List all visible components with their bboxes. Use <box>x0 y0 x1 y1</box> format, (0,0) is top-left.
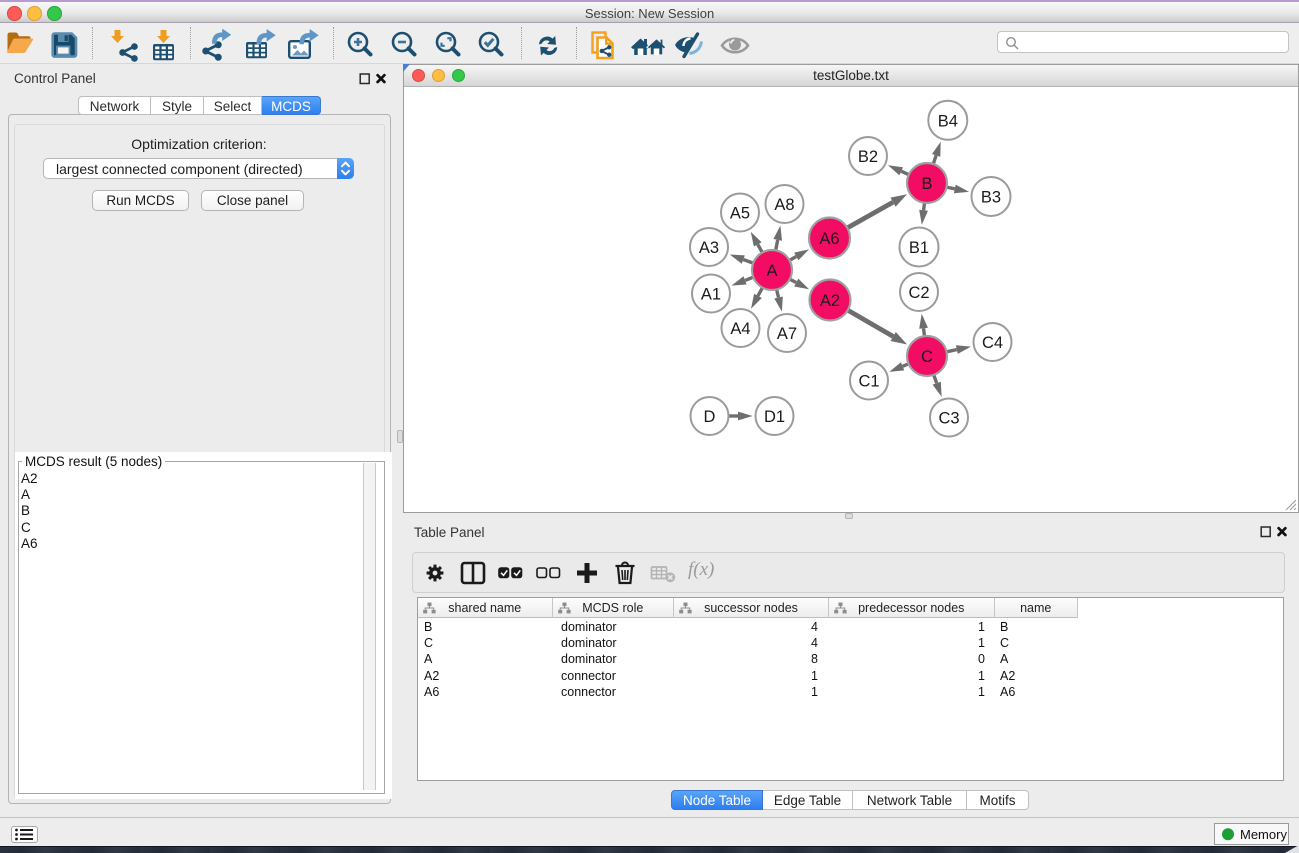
svg-text:B3: B3 <box>981 189 1001 207</box>
svg-text:D: D <box>704 408 716 426</box>
svg-text:A2: A2 <box>820 292 840 310</box>
svg-text:D1: D1 <box>764 408 785 426</box>
svg-text:C4: C4 <box>982 334 1003 352</box>
svg-text:Memory: Memory <box>1240 826 1287 841</box>
svg-text:A8: A8 <box>774 196 794 214</box>
svg-text:A4: A4 <box>730 320 750 338</box>
svg-text:A7: A7 <box>777 325 797 343</box>
svg-text:C: C <box>921 348 933 366</box>
svg-text:A1: A1 <box>701 286 721 304</box>
svg-text:B1: B1 <box>909 239 929 257</box>
svg-text:A5: A5 <box>730 205 750 223</box>
svg-text:B4: B4 <box>938 112 958 130</box>
svg-text:B: B <box>921 175 932 193</box>
svg-text:C3: C3 <box>938 410 959 428</box>
svg-text:C1: C1 <box>858 373 879 391</box>
svg-text:A3: A3 <box>699 239 719 257</box>
svg-text:A: A <box>766 262 777 280</box>
svg-text:C2: C2 <box>908 284 929 302</box>
svg-text:B2: B2 <box>858 148 878 166</box>
svg-text:A6: A6 <box>819 230 839 248</box>
